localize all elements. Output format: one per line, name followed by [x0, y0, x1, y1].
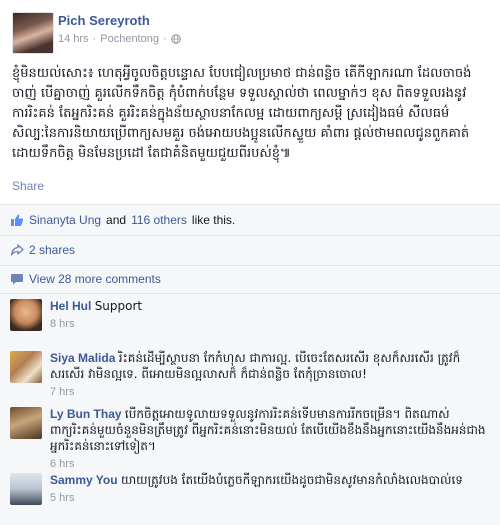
commenter-avatar[interactable]: [10, 407, 42, 439]
comment-item: Ly Bun Thay បើកចិត្តអោយទូលាយទទួលនូវការរិ…: [0, 401, 500, 470]
shares-row: 2 shares: [0, 235, 500, 266]
comment-bubble-icon: [11, 274, 23, 285]
author-avatar[interactable]: [12, 12, 54, 54]
comment-time[interactable]: 5 hrs: [50, 490, 490, 506]
post-location[interactable]: Pochentong: [100, 33, 159, 45]
globe-icon[interactable]: [170, 34, 181, 44]
likes-suffix: like this.: [191, 213, 236, 227]
commenter-avatar[interactable]: [10, 351, 42, 383]
meta-separator-2: ·: [162, 33, 167, 45]
comment-text: យាយត្រូវបង តែយើងបំភ្លេចកីឡាករយើងដូចជាមិន…: [120, 473, 463, 487]
likes-others-link[interactable]: 116 others: [131, 213, 187, 227]
share-arrow-icon: [10, 244, 24, 256]
facebook-post: Pich Sereyroth 14 hrs · Pochentong · ខ្ញ…: [0, 0, 500, 525]
view-more-comments-link[interactable]: View 28 more comments: [29, 272, 161, 286]
meta-separator: ·: [92, 33, 97, 45]
commenter-name[interactable]: Sammy You: [50, 473, 118, 487]
feedback-section: Sinanyta Ung and 116 others like this. 2…: [0, 204, 500, 525]
share-button[interactable]: Share: [12, 179, 44, 193]
like-name-link[interactable]: Sinanyta Ung: [29, 213, 101, 227]
post-time[interactable]: 14 hrs: [58, 33, 89, 45]
comment-time[interactable]: 8 hrs: [50, 316, 490, 332]
commenter-name[interactable]: Ly Bun Thay: [50, 407, 122, 421]
comment-item: Hel Hul Support 8 hrs: [0, 293, 500, 345]
post-text: ខ្ញុំមិនយល់សោះ៖ ហេតុអ្វីចូលចិត្តបន្ទោស ប…: [12, 66, 472, 161]
likes-and: and: [106, 213, 127, 227]
commenter-name[interactable]: Hel Hul: [50, 299, 91, 313]
author-name[interactable]: Pich Sereyroth: [58, 13, 150, 28]
comment-item: Siya Malida រិះគន់ដើម្បីស្ថាបនា កែកំហុស …: [0, 345, 500, 401]
comment-text: Support: [94, 299, 143, 313]
commenter-avatar[interactable]: [10, 299, 42, 331]
comment-item: Sammy You យាយត្រូវបង តែយើងបំភ្លេចកីឡាករយ…: [0, 467, 500, 525]
comment-time[interactable]: 7 hrs: [50, 384, 490, 400]
thumbs-up-icon: [11, 214, 24, 226]
commenter-avatar[interactable]: [10, 473, 42, 505]
shares-link[interactable]: 2 shares: [29, 243, 75, 257]
more-comments-row[interactable]: View 28 more comments: [0, 265, 500, 294]
likes-row: Sinanyta Ung and 116 others like this.: [0, 205, 500, 236]
commenter-name[interactable]: Siya Malida: [50, 351, 115, 365]
post-meta: 14 hrs · Pochentong ·: [58, 33, 181, 45]
